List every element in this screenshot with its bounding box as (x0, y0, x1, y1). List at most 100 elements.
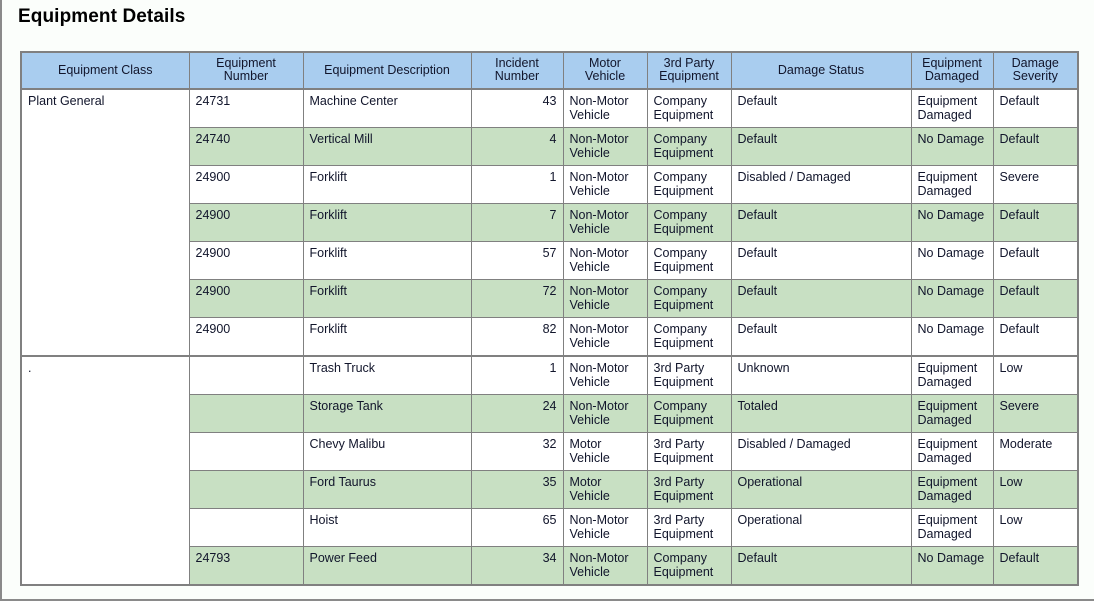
cell-damage-severity: Default (992, 317, 1079, 357)
cell-damage-status: Default (730, 317, 912, 357)
column-header-damage-status[interactable]: Damage Status (730, 51, 912, 90)
cell-equipment-number: 24900 (188, 165, 304, 204)
cell-incident-number: 24 (470, 394, 564, 433)
column-header-incident-number[interactable]: Incident Number (470, 51, 564, 90)
cell-damage-severity: Severe (992, 394, 1079, 433)
cell-damage-severity: Severe (992, 165, 1079, 204)
cell-motor-vehicle: Non-Motor Vehicle (562, 241, 648, 280)
column-header-line: Number (223, 69, 269, 83)
column-header-line: Number (494, 69, 540, 83)
cell-equipment-number (188, 508, 304, 547)
page-title: Equipment Details (18, 6, 186, 27)
cell-equipment-description: Forklift (302, 279, 472, 318)
cell-third-party-equipment: Company Equipment (646, 203, 732, 242)
cell-equipment-damaged: Equipment Damaged (910, 394, 994, 433)
cell-equipment-damaged: Equipment Damaged (910, 508, 994, 547)
cell-third-party-equipment: Company Equipment (646, 127, 732, 166)
cell-equipment-damaged: No Damage (910, 317, 994, 357)
cell-incident-number: 65 (470, 508, 564, 547)
column-header-third-party-equipment[interactable]: 3rd Party Equipment (646, 51, 732, 90)
cell-damage-status: Operational (730, 508, 912, 547)
cell-equipment-description: Machine Center (302, 88, 472, 128)
cell-equipment-description: Forklift (302, 203, 472, 242)
cell-incident-number: 1 (470, 355, 564, 395)
table-header: Equipment Class Equipment Number Equipment … (20, 51, 1079, 90)
cell-motor-vehicle: Motor Vehicle (562, 470, 648, 509)
cell-motor-vehicle: Motor Vehicle (562, 432, 648, 471)
cell-damage-status: Operational (730, 470, 912, 509)
column-header-line: Equipment Description (324, 62, 450, 77)
cell-equipment-damaged: No Damage (910, 203, 994, 242)
cell-damage-status: Default (730, 88, 912, 128)
cell-equipment-number: 24900 (188, 203, 304, 242)
cell-third-party-equipment: Company Equipment (646, 279, 732, 318)
cell-damage-status: Default (730, 241, 912, 280)
cell-equipment-class: Plant General (20, 88, 190, 357)
cell-equipment-number (188, 355, 304, 395)
cell-equipment-damaged: Equipment Damaged (910, 165, 994, 204)
cell-equipment-damaged: No Damage (910, 127, 994, 166)
cell-motor-vehicle: Non-Motor Vehicle (562, 279, 648, 318)
table-row[interactable]: . Trash Truck 1 Non-Motor Vehicle 3rd Party … (20, 355, 1079, 586)
cell-equipment-description: Forklift (302, 165, 472, 204)
cell-equipment-description: Hoist (302, 508, 472, 547)
table-body: Plant General 24731 Machine Center 43 Non-Mo… (20, 88, 1079, 586)
cell-incident-number: 4 (470, 127, 564, 166)
table-header-row: Equipment Class Equipment Number Equipment … (20, 51, 1079, 90)
cell-damage-status: Totaled (730, 394, 912, 433)
cell-damage-severity: Low (992, 508, 1079, 547)
cell-equipment-description: Forklift (302, 241, 472, 280)
table-row[interactable]: Plant General 24731 Machine Center 43 Non-Mo… (20, 88, 1079, 357)
column-header-line: Equipment (659, 69, 719, 83)
cell-equipment-damaged: No Damage (910, 546, 994, 586)
cell-equipment-number (188, 470, 304, 509)
cell-incident-number: 32 (470, 432, 564, 471)
cell-damage-status: Default (730, 546, 912, 586)
cell-equipment-description: Forklift (302, 317, 472, 357)
column-header-line: Damaged (924, 69, 980, 83)
column-header-equipment-description[interactable]: Equipment Description (302, 51, 472, 90)
column-header-damage-severity[interactable]: Damage Severity (992, 51, 1079, 90)
column-header-equipment-damaged[interactable]: Equipment Damaged (910, 51, 994, 90)
cell-motor-vehicle: Non-Motor Vehicle (562, 127, 648, 166)
cell-equipment-damaged: Equipment Damaged (910, 432, 994, 471)
column-header-motor-vehicle[interactable]: Motor Vehicle (562, 51, 648, 90)
cell-third-party-equipment: Company Equipment (646, 88, 732, 128)
cell-incident-number: 1 (470, 165, 564, 204)
cell-damage-severity: Default (992, 546, 1079, 586)
cell-damage-severity: Default (992, 203, 1079, 242)
cell-damage-severity: Default (992, 241, 1079, 280)
cell-equipment-damaged: Equipment Damaged (910, 88, 994, 128)
column-header-equipment-number[interactable]: Equipment Number (188, 51, 304, 90)
cell-incident-number: 82 (470, 317, 564, 357)
cell-damage-severity: Default (992, 127, 1079, 166)
cell-third-party-equipment: 3rd Party Equipment (646, 470, 732, 509)
cell-equipment-damaged: Equipment Damaged (910, 355, 994, 395)
column-header-equipment-class[interactable]: Equipment Class (20, 51, 190, 90)
cell-damage-status: Default (730, 127, 912, 166)
cell-equipment-number (188, 394, 304, 433)
cell-equipment-damaged: No Damage (910, 279, 994, 318)
cell-motor-vehicle: Non-Motor Vehicle (562, 546, 648, 586)
column-header-line: Equipment (922, 56, 982, 70)
cell-equipment-number: 24900 (188, 241, 304, 280)
cell-damage-status: Unknown (730, 355, 912, 395)
cell-motor-vehicle: Non-Motor Vehicle (562, 355, 648, 395)
cell-equipment-description: Storage Tank (302, 394, 472, 433)
cell-incident-number: 72 (470, 279, 564, 318)
cell-equipment-number: 24900 (188, 317, 304, 357)
cell-motor-vehicle: Non-Motor Vehicle (562, 165, 648, 204)
cell-motor-vehicle: Non-Motor Vehicle (562, 88, 648, 128)
cell-equipment-description: Trash Truck (302, 355, 472, 395)
cell-incident-number: 34 (470, 546, 564, 586)
cell-motor-vehicle: Non-Motor Vehicle (562, 508, 648, 547)
column-header-line: Damage Status (777, 62, 865, 77)
cell-third-party-equipment: 3rd Party Equipment (646, 432, 732, 471)
cell-equipment-damaged: No Damage (910, 241, 994, 280)
cell-equipment-description: Power Feed (302, 546, 472, 586)
cell-third-party-equipment: Company Equipment (646, 546, 732, 586)
cell-equipment-number: 24900 (188, 279, 304, 318)
cell-third-party-equipment: Company Equipment (646, 317, 732, 357)
cell-damage-status: Disabled / Damaged (730, 432, 912, 471)
cell-incident-number: 43 (470, 88, 564, 128)
